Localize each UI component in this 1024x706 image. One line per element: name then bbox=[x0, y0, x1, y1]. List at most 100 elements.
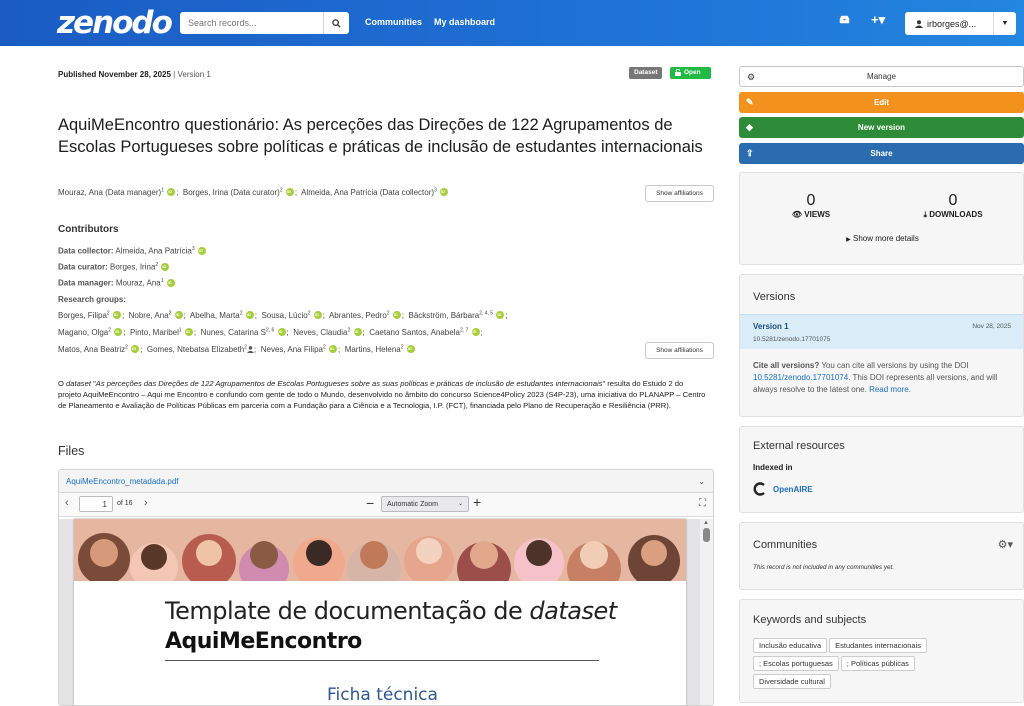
creator[interactable]: Almeida, Ana Patrícia (Data collector)3 bbox=[301, 187, 449, 197]
contributor[interactable]: Caetano Santos, Anabela2, 7 ; bbox=[369, 327, 483, 337]
communities-panel: Communities ⚙▾ This record is not includ… bbox=[739, 522, 1024, 590]
stats-panel: 0 👁 VIEWS 0 ⤓ DOWNLOADS ▶ Show more deta… bbox=[739, 172, 1024, 265]
concept-doi-link[interactable]: 10.5281/zenodo.17701074 bbox=[753, 373, 848, 382]
document-title: Template de documentação de dataset bbox=[165, 597, 617, 625]
orcid-icon bbox=[161, 262, 170, 271]
orcid-icon bbox=[167, 187, 176, 196]
creators-list: Mouraz, Ana (Data manager)1 ; Borges, Ir… bbox=[58, 187, 449, 197]
creator[interactable]: Borges, Irina (Data curator)2 ; bbox=[183, 187, 297, 197]
page-count: of 16 bbox=[117, 500, 133, 507]
communities-heading: Communities bbox=[753, 539, 818, 551]
version-label: | Version 1 bbox=[173, 70, 211, 79]
new-version-button[interactable]: ◆ New version bbox=[739, 117, 1024, 138]
published-date: Published November 28, 2025 bbox=[58, 70, 171, 79]
orcid-icon bbox=[392, 310, 401, 319]
openaire-link[interactable]: OpenAIRE bbox=[753, 482, 813, 496]
contributor[interactable]: Matos, Ana Beatriz2 ; bbox=[58, 344, 142, 354]
contributor[interactable]: Abelha, Marta2 ; bbox=[190, 310, 257, 320]
contributor[interactable]: Neves, Ana Filipa2 ; bbox=[261, 344, 341, 354]
user-menu[interactable]: irborges@... ▼ bbox=[905, 12, 1016, 35]
pdf-page: Template de documentação de dataset Aqui… bbox=[74, 519, 686, 705]
search-button[interactable] bbox=[323, 12, 349, 34]
access-badge[interactable]: Open bbox=[670, 67, 711, 79]
communities-empty-text: This record is not included in any commu… bbox=[753, 564, 895, 571]
contributor[interactable]: Gomes, Ntebatsa Elizabeth2; bbox=[147, 344, 256, 354]
contributor[interactable]: Pinto, Maribel1 ; bbox=[130, 327, 196, 337]
keyword-tag[interactable]: ; Políticas públicas bbox=[840, 656, 915, 671]
files-heading: Files bbox=[58, 444, 85, 458]
edit-button[interactable]: ✎ Edit bbox=[739, 92, 1024, 113]
orcid-icon bbox=[174, 310, 183, 319]
document-subtitle: AquiMeEncontro bbox=[165, 629, 362, 654]
contributor[interactable]: Nunes, Catarina S2, 6 ; bbox=[201, 327, 289, 337]
version-item[interactable]: Version 1 Nov 28, 2025 10.5281/zenodo.17… bbox=[740, 314, 1023, 349]
orcid-icon bbox=[114, 327, 123, 336]
zoom-out-icon[interactable]: − bbox=[366, 495, 374, 511]
show-more-details-link[interactable]: ▶ Show more details bbox=[740, 234, 1024, 243]
indexed-in-label: Indexed in bbox=[753, 463, 793, 472]
contributor[interactable]: Bäckström, Bárbara2, 4, 5 ; bbox=[408, 310, 507, 320]
contributor[interactable]: Borges, Filipa2 ; bbox=[58, 310, 124, 320]
contributor[interactable]: Sousa, Lúcio2 ; bbox=[261, 310, 325, 320]
plus-icon[interactable]: +▾ bbox=[871, 12, 885, 28]
next-page-icon[interactable]: › bbox=[144, 497, 148, 509]
share-button[interactable]: ⇪ Share bbox=[739, 143, 1024, 164]
file-preview-header[interactable]: AquiMeEncontro_metadada.pdf ⌄ bbox=[59, 470, 713, 493]
contributor[interactable]: Martins, Helena2 bbox=[345, 344, 416, 354]
record-description: O dataset "As perceções das Direções de … bbox=[58, 379, 706, 410]
scrollbar-thumb[interactable] bbox=[703, 528, 710, 542]
search-input[interactable] bbox=[180, 12, 323, 34]
pdf-scrollbar[interactable]: ▲ bbox=[700, 519, 713, 705]
read-more-link[interactable]: Read more. bbox=[869, 385, 911, 394]
manage-button[interactable]: ⚙ Manage bbox=[739, 66, 1024, 87]
gear-icon[interactable]: ⚙▾ bbox=[998, 538, 1013, 551]
creator[interactable]: Mouraz, Ana (Data manager)1 ; bbox=[58, 187, 178, 197]
keyword-tag[interactable]: Diversidade cultural bbox=[753, 674, 831, 689]
inbox-icon[interactable] bbox=[839, 15, 850, 27]
file-preview: AquiMeEncontro_metadada.pdf ⌄ ‹ 1 of 16 … bbox=[58, 469, 714, 706]
keyword-tag[interactable]: Estudantes internacionais bbox=[829, 638, 928, 653]
contributor[interactable]: Neves, Claudia2 ; bbox=[293, 327, 365, 337]
orcid-icon bbox=[496, 310, 505, 319]
record-title: AquiMeEncontro questionário: As perceçõe… bbox=[58, 116, 703, 156]
search-box bbox=[180, 12, 349, 34]
top-navbar: zenodo Communities My dashboard +▾ irbor… bbox=[0, 0, 1024, 46]
keyword-tag[interactable]: ; Escolas portuguesas bbox=[753, 656, 839, 671]
chevron-down-icon[interactable]: ⌄ bbox=[698, 477, 705, 486]
downloads-label: ⤓ DOWNLOADS bbox=[923, 210, 983, 219]
share-icon: ⇪ bbox=[746, 148, 754, 158]
access-label: Open bbox=[684, 69, 701, 76]
nav-communities[interactable]: Communities bbox=[365, 17, 422, 27]
show-affiliations-button[interactable]: Show affiliations bbox=[645, 342, 714, 359]
download-icon: ⤓ bbox=[923, 210, 927, 219]
gear-icon: ⚙ bbox=[747, 72, 756, 82]
keyword-list: Inclusão educativa Estudantes internacion… bbox=[753, 638, 1015, 692]
zenodo-logo[interactable]: zenodo bbox=[57, 5, 173, 41]
caret-right-icon: ▶ bbox=[846, 237, 851, 243]
orcid-icon bbox=[166, 278, 175, 287]
orcid-icon bbox=[112, 310, 121, 319]
file-name-link[interactable]: AquiMeEncontro_metadada.pdf bbox=[66, 477, 179, 486]
chevron-down-icon[interactable]: ▼ bbox=[993, 12, 1016, 35]
show-affiliations-button[interactable]: Show affiliations bbox=[645, 185, 714, 202]
orcid-icon bbox=[277, 327, 286, 336]
lock-open-icon bbox=[675, 69, 681, 76]
resource-type-badge[interactable]: Dataset bbox=[629, 67, 663, 79]
orcid-icon bbox=[184, 327, 193, 336]
views-count: 0 bbox=[806, 192, 816, 209]
cite-all-versions-text: Cite all versions? You can cite all vers… bbox=[753, 361, 998, 394]
zoom-select[interactable]: Automatic Zoom ⌄ bbox=[381, 496, 469, 512]
fullscreen-icon[interactable]: ⛶ bbox=[699, 498, 706, 509]
zoom-in-icon[interactable]: + bbox=[473, 494, 481, 510]
contributor[interactable]: Magano, Olga2 ; bbox=[58, 327, 126, 337]
document-section-title: Ficha técnica bbox=[327, 685, 438, 705]
contributor[interactable]: Abrantes, Pedro2 ; bbox=[329, 310, 404, 320]
keyword-tag[interactable]: Inclusão educativa bbox=[753, 638, 828, 653]
research-groups-label: Research groups: bbox=[58, 295, 127, 304]
page-number-input[interactable]: 1 bbox=[79, 496, 113, 512]
publication-info: Published November 28, 2025 | Version 1 bbox=[58, 70, 211, 79]
nav-my-dashboard[interactable]: My dashboard bbox=[434, 17, 495, 27]
previous-page-icon[interactable]: ‹ bbox=[65, 497, 69, 509]
openaire-icon bbox=[753, 482, 765, 496]
contributor[interactable]: Nobre, Ana2 ; bbox=[129, 310, 186, 320]
